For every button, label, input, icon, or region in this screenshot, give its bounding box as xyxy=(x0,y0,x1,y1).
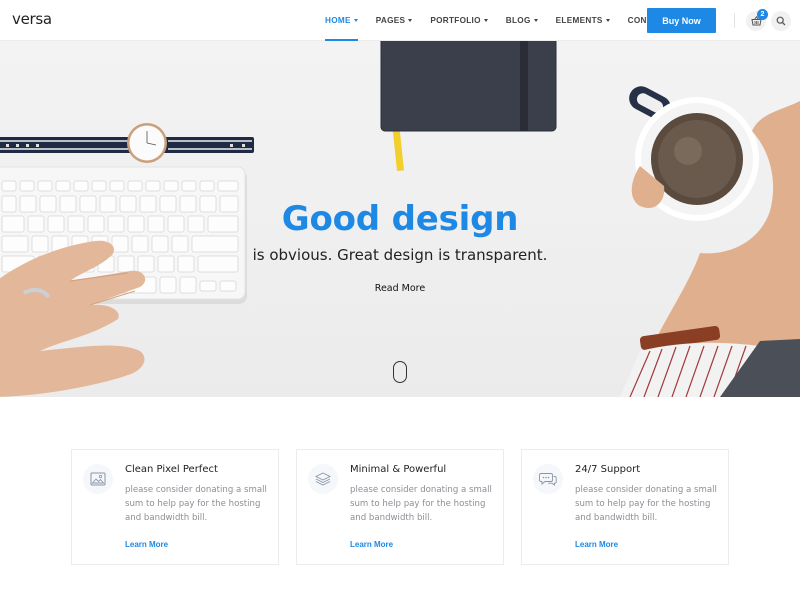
feature-description: please consider donating a small sum to … xyxy=(350,485,492,524)
feature-description: please consider donating a small sum to … xyxy=(125,485,267,524)
feature-title: 24/7 Support xyxy=(575,464,641,475)
read-more-link[interactable]: Read More xyxy=(350,283,450,294)
search-icon xyxy=(776,16,786,26)
watch-image xyxy=(0,123,254,163)
cart-count-badge: 2 xyxy=(757,9,768,20)
nav-item-home[interactable]: HOME xyxy=(316,0,367,41)
site-logo[interactable]: versa xyxy=(12,10,52,28)
layers-icon xyxy=(315,472,331,486)
nav-item-label: PORTFOLIO xyxy=(430,16,481,25)
feature-title: Minimal & Powerful xyxy=(350,464,447,475)
learn-more-link[interactable]: Learn More xyxy=(575,540,618,549)
feature-title: Clean Pixel Perfect xyxy=(125,464,218,475)
buy-now-button[interactable]: Buy Now xyxy=(647,8,716,33)
nav-item-label: PAGES xyxy=(375,16,406,25)
feature-card-support: 24/7 Support please consider donating a … xyxy=(521,449,729,565)
image-icon xyxy=(90,472,106,486)
search-button[interactable] xyxy=(771,11,791,31)
header-divider xyxy=(734,13,735,28)
hero-subtitle: is obvious. Great design is transparent. xyxy=(252,246,548,264)
nav-item-label: BLOG xyxy=(505,16,531,25)
notebook-image xyxy=(380,41,557,172)
hero-section: Good design is obvious. Great design is … xyxy=(0,41,800,397)
chat-bubbles-icon xyxy=(539,473,557,486)
nav-item-blog[interactable]: BLOG xyxy=(497,0,547,41)
site-header: versa HOME PAGES PORTFOLIO BLOG ELEMENTS… xyxy=(0,0,800,41)
nav-item-label: HOME xyxy=(325,16,351,25)
feature-icon-wrapper xyxy=(308,464,338,494)
nav-item-label: ELEMENTS xyxy=(555,16,603,25)
chevron-down-icon xyxy=(483,19,488,22)
chevron-down-icon xyxy=(533,19,538,22)
chevron-down-icon xyxy=(605,19,610,22)
feature-card-minimal-powerful: Minimal & Powerful please consider donat… xyxy=(296,449,504,565)
nav-item-pages[interactable]: PAGES xyxy=(367,0,422,41)
feature-icon-wrapper xyxy=(83,464,113,494)
learn-more-link[interactable]: Learn More xyxy=(350,540,393,549)
learn-more-link[interactable]: Learn More xyxy=(125,540,168,549)
mouse-scroll-icon[interactable] xyxy=(393,361,407,383)
hero-title: Good design xyxy=(281,199,519,239)
chevron-down-icon xyxy=(408,19,413,22)
feature-description: please consider donating a small sum to … xyxy=(575,485,717,524)
feature-icon-wrapper xyxy=(533,464,563,494)
feature-card-pixel-perfect: Clean Pixel Perfect please consider dona… xyxy=(71,449,279,565)
nav-item-portfolio[interactable]: PORTFOLIO xyxy=(421,0,496,41)
chevron-down-icon xyxy=(353,19,358,22)
nav-item-elements[interactable]: ELEMENTS xyxy=(547,0,619,41)
main-nav: HOME PAGES PORTFOLIO BLOG ELEMENTS CONTA… xyxy=(316,0,685,41)
